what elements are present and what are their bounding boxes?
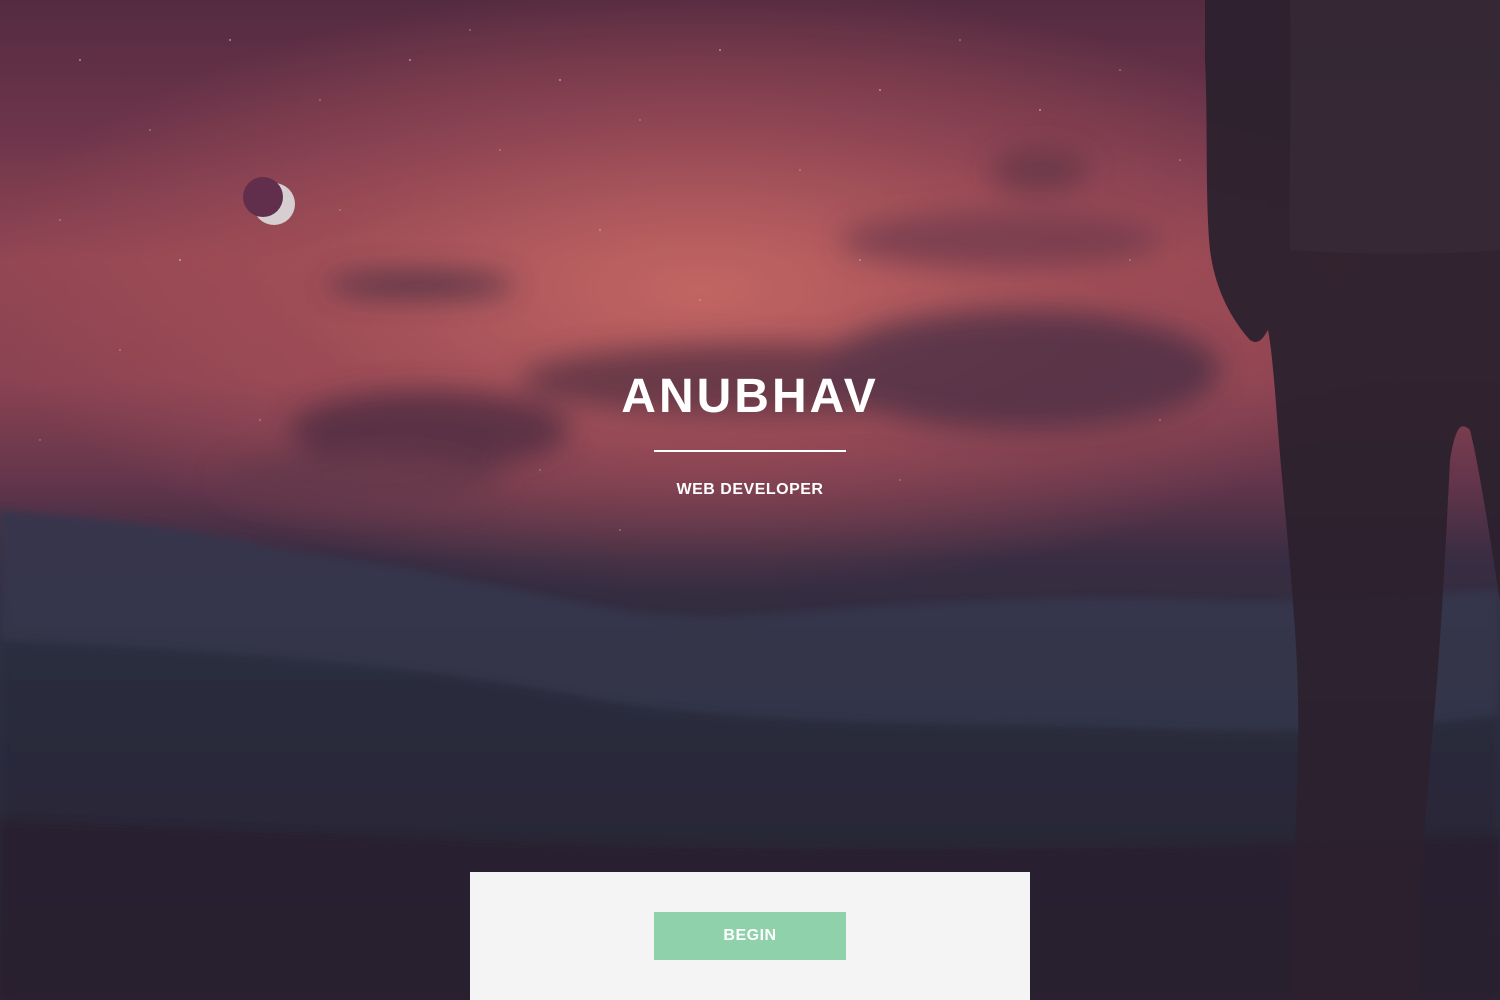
site-title: ANUBHAV	[621, 370, 879, 423]
begin-button[interactable]: BEGIN	[654, 912, 846, 960]
title-divider	[654, 450, 846, 452]
action-panel: BEGIN	[470, 872, 1030, 1000]
site-subtitle: WEB DEVELOPER	[676, 481, 824, 498]
